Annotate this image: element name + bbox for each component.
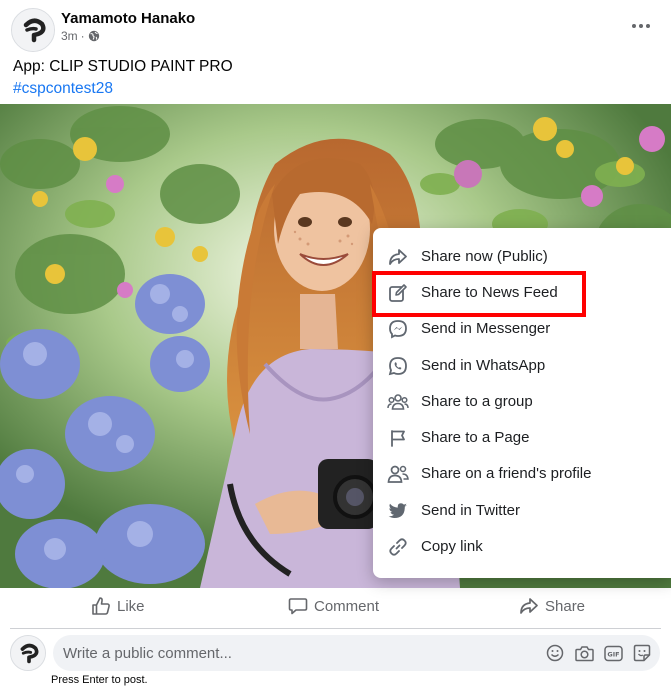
like-icon xyxy=(92,597,110,615)
share-icon xyxy=(520,598,538,614)
svg-text:GIF: GIF xyxy=(607,650,619,658)
press-enter-hint: Press Enter to post. xyxy=(51,674,148,686)
share-menu: Share now (Public) Share to News Feed Se… xyxy=(373,228,671,578)
commenter-avatar[interactable] xyxy=(10,635,46,671)
camera-icon[interactable] xyxy=(574,643,594,663)
sticker-icon[interactable] xyxy=(632,643,652,663)
link-icon xyxy=(387,536,409,558)
share-menu-label: Share to a Page xyxy=(421,429,530,446)
gif-icon[interactable]: GIF xyxy=(603,643,623,663)
share-menu-label: Send in WhatsApp xyxy=(421,357,546,374)
globe-icon xyxy=(88,30,99,42)
like-button[interactable]: Like xyxy=(91,594,145,618)
friend-profile-icon xyxy=(387,463,409,485)
hashtag-link[interactable]: #cspcontest28 xyxy=(13,78,113,100)
edit-icon xyxy=(387,282,409,304)
share-menu-label: Share to a group xyxy=(421,393,533,410)
share-to-group-item[interactable]: Share to a group xyxy=(373,384,671,420)
like-label: Like xyxy=(117,597,145,615)
clip-studio-logo-icon xyxy=(11,636,45,670)
flag-icon xyxy=(387,427,409,449)
post-header: Yamamoto Hanako 3m · xyxy=(0,0,671,52)
comment-box: GIF xyxy=(53,635,660,671)
more-options-icon[interactable] xyxy=(629,14,653,38)
comment-input[interactable] xyxy=(63,635,533,671)
author-name[interactable]: Yamamoto Hanako xyxy=(61,10,195,27)
share-on-friends-profile-item[interactable]: Share on a friend's profile xyxy=(373,456,671,492)
messenger-icon xyxy=(387,318,409,340)
comment-button[interactable]: Comment xyxy=(288,594,379,618)
share-menu-label: Share to News Feed xyxy=(421,284,558,301)
author-avatar[interactable] xyxy=(11,8,55,52)
divider xyxy=(10,628,661,629)
clip-studio-logo-icon xyxy=(12,9,54,51)
send-in-whatsapp-item[interactable]: Send in WhatsApp xyxy=(373,348,671,384)
comment-icon xyxy=(288,598,308,615)
post-text: App: CLIP STUDIO PAINT PRO xyxy=(13,58,233,75)
twitter-icon xyxy=(387,500,409,522)
share-label: Share xyxy=(545,597,586,615)
copy-link-item[interactable]: Copy link xyxy=(373,529,671,565)
whatsapp-icon xyxy=(387,355,409,377)
share-to-news-feed-item[interactable]: Share to News Feed xyxy=(373,275,671,311)
comment-tools: GIF xyxy=(545,643,652,663)
post-meta: 3m · xyxy=(61,29,100,43)
share-arrow-icon xyxy=(387,246,409,268)
share-menu-label: Send in Twitter xyxy=(421,502,520,519)
share-menu-label: Send in Messenger xyxy=(421,320,551,337)
send-in-twitter-item[interactable]: Send in Twitter xyxy=(373,493,671,529)
meta-separator: · xyxy=(80,29,85,43)
share-menu-label: Share on a friend's profile xyxy=(421,465,592,482)
action-bar: Like Comment Share xyxy=(0,588,671,624)
send-in-messenger-item[interactable]: Send in Messenger xyxy=(373,311,671,347)
post-time[interactable]: 3m xyxy=(61,29,78,43)
share-now-public-item[interactable]: Share now (Public) xyxy=(373,239,671,275)
share-menu-label: Copy link xyxy=(421,538,483,555)
share-button[interactable]: Share xyxy=(519,594,585,618)
share-menu-label: Share now (Public) xyxy=(421,248,548,265)
group-icon xyxy=(387,391,409,413)
share-to-page-item[interactable]: Share to a Page xyxy=(373,420,671,456)
comment-label: Comment xyxy=(314,597,380,615)
emoji-icon[interactable] xyxy=(545,643,565,663)
